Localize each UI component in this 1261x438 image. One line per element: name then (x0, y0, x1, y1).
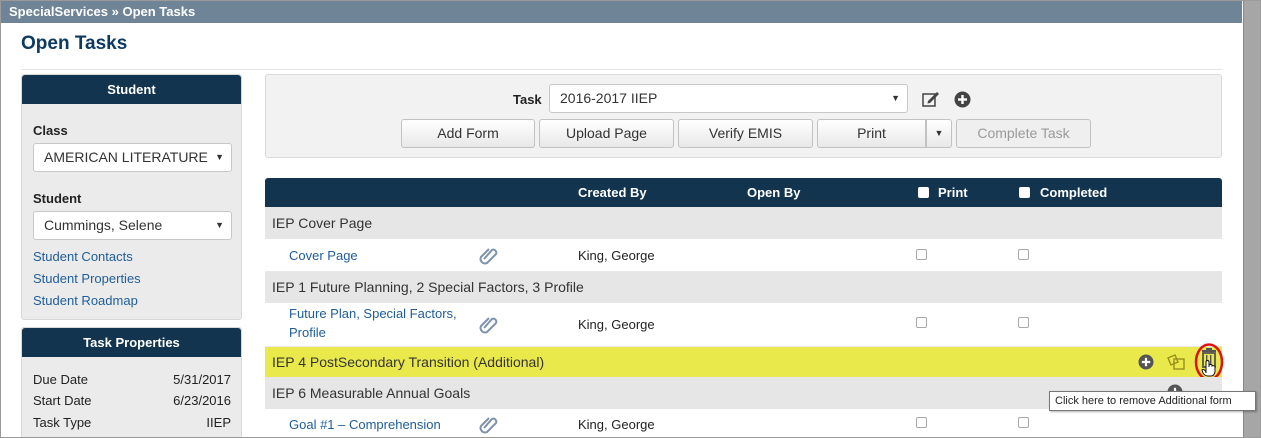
due-date-label: Due Date (33, 372, 88, 387)
chevron-down-icon: ▼ (215, 152, 224, 162)
due-date-row: Due Date 5/31/2017 (33, 372, 231, 387)
paperclip-icon[interactable] (479, 414, 501, 436)
table-row: Future Plan, Special Factors, Profile Ki… (265, 303, 1222, 347)
task-toolbar: Task 2016-2017 IIEP ▼ Add Form Upload Pa… (265, 74, 1222, 158)
task-select[interactable]: 2016-2017 IIEP ▼ (549, 84, 908, 113)
student-panel: Student Class AMERICAN LITERATURE ▼ Stud… (21, 74, 242, 320)
group-title: IEP 4 PostSecondary Transition (Addition… (272, 354, 545, 370)
upload-page-button[interactable]: Upload Page (539, 119, 674, 148)
edit-icon[interactable] (921, 89, 941, 109)
app-window: SpecialServices » Open Tasks Open Tasks … (0, 0, 1261, 438)
table-row: Cover Page King, George (265, 239, 1222, 272)
student-roadmap-link[interactable]: Student Roadmap (33, 293, 138, 308)
task-type-value: IIEP (206, 415, 231, 430)
form-link[interactable]: Future Plan, Special Factors, Profile (289, 304, 469, 342)
created-by-cell: King, George (578, 317, 655, 332)
print-checkbox[interactable] (916, 317, 927, 328)
created-by-cell: King, George (578, 417, 655, 432)
student-select[interactable]: Cummings, Selene ▼ (33, 211, 232, 240)
paperclip-icon[interactable] (479, 314, 501, 336)
grid-header: Created By Open By Print Completed (265, 178, 1222, 207)
class-label: Class (33, 123, 68, 138)
form-link[interactable]: Cover Page (289, 246, 358, 265)
print-dropdown-button[interactable]: ▼ (926, 119, 952, 148)
group-row: IEP Cover Page (265, 207, 1222, 239)
copy-icon[interactable] (1166, 352, 1186, 372)
print-button[interactable]: Print (817, 119, 926, 148)
created-by-cell: King, George (578, 248, 655, 263)
tooltip: Click here to remove Additional form (1049, 391, 1256, 411)
task-type-label: Task Type (33, 415, 92, 430)
student-label: Student (33, 191, 82, 206)
group-row-highlighted: IEP 4 PostSecondary Transition (Addition… (265, 343, 1224, 381)
print-checkbox[interactable] (916, 417, 927, 428)
completed-header: Completed (1040, 185, 1108, 200)
plus-circle-icon[interactable] (1136, 352, 1156, 372)
page-title: Open Tasks (21, 33, 128, 54)
verify-emis-button[interactable]: Verify EMIS (678, 119, 813, 148)
chevron-down-icon: ▼ (891, 93, 900, 103)
print-all-checkbox[interactable] (918, 187, 929, 198)
class-select-value: AMERICAN LITERATURE (44, 149, 208, 165)
start-date-value: 6/23/2016 (173, 393, 231, 408)
completed-checkbox[interactable] (1018, 249, 1029, 260)
start-date-label: Start Date (33, 393, 92, 408)
form-link[interactable]: Goal #1 – Comprehension (289, 415, 441, 434)
plus-circle-icon[interactable] (952, 89, 972, 109)
task-properties-panel: Task Properties Due Date 5/31/2017 Start… (21, 327, 242, 437)
completed-checkbox[interactable] (1018, 417, 1029, 428)
scrollbar[interactable] (1243, 1, 1260, 437)
chevron-down-icon: ▼ (934, 128, 944, 138)
add-form-button[interactable]: Add Form (401, 119, 535, 148)
due-date-value: 5/31/2017 (173, 372, 231, 387)
student-contacts-link[interactable]: Student Contacts (33, 249, 133, 264)
class-select[interactable]: AMERICAN LITERATURE ▼ (33, 143, 232, 172)
student-panel-title: Student (22, 75, 241, 104)
print-checkbox[interactable] (916, 249, 927, 260)
table-row: Goal #1 – Comprehension King, George (265, 409, 1222, 437)
open-by-header: Open By (747, 185, 801, 200)
completed-checkbox[interactable] (1018, 317, 1029, 328)
completed-all-checkbox[interactable] (1019, 187, 1030, 198)
task-select-value: 2016-2017 IIEP (560, 90, 658, 106)
start-date-row: Start Date 6/23/2016 (33, 393, 231, 408)
task-label: Task (513, 92, 542, 107)
chevron-down-icon: ▼ (215, 220, 224, 230)
breadcrumb: SpecialServices » Open Tasks (1, 1, 1242, 23)
print-header: Print (938, 185, 968, 200)
task-type-row: Task Type IIEP (33, 415, 231, 430)
divider (21, 69, 1222, 70)
group-row: IEP 1 Future Planning, 2 Special Factors… (265, 272, 1222, 303)
student-select-value: Cummings, Selene (44, 217, 163, 233)
trash-icon[interactable] (1194, 343, 1224, 381)
group-title: IEP 6 Measurable Annual Goals (272, 385, 471, 401)
task-properties-title: Task Properties (22, 328, 241, 357)
created-by-header: Created By (578, 185, 647, 200)
paperclip-icon[interactable] (479, 245, 501, 267)
hand-pointer-icon (1201, 359, 1216, 377)
complete-task-button[interactable]: Complete Task (956, 119, 1091, 148)
student-properties-link[interactable]: Student Properties (33, 271, 141, 286)
